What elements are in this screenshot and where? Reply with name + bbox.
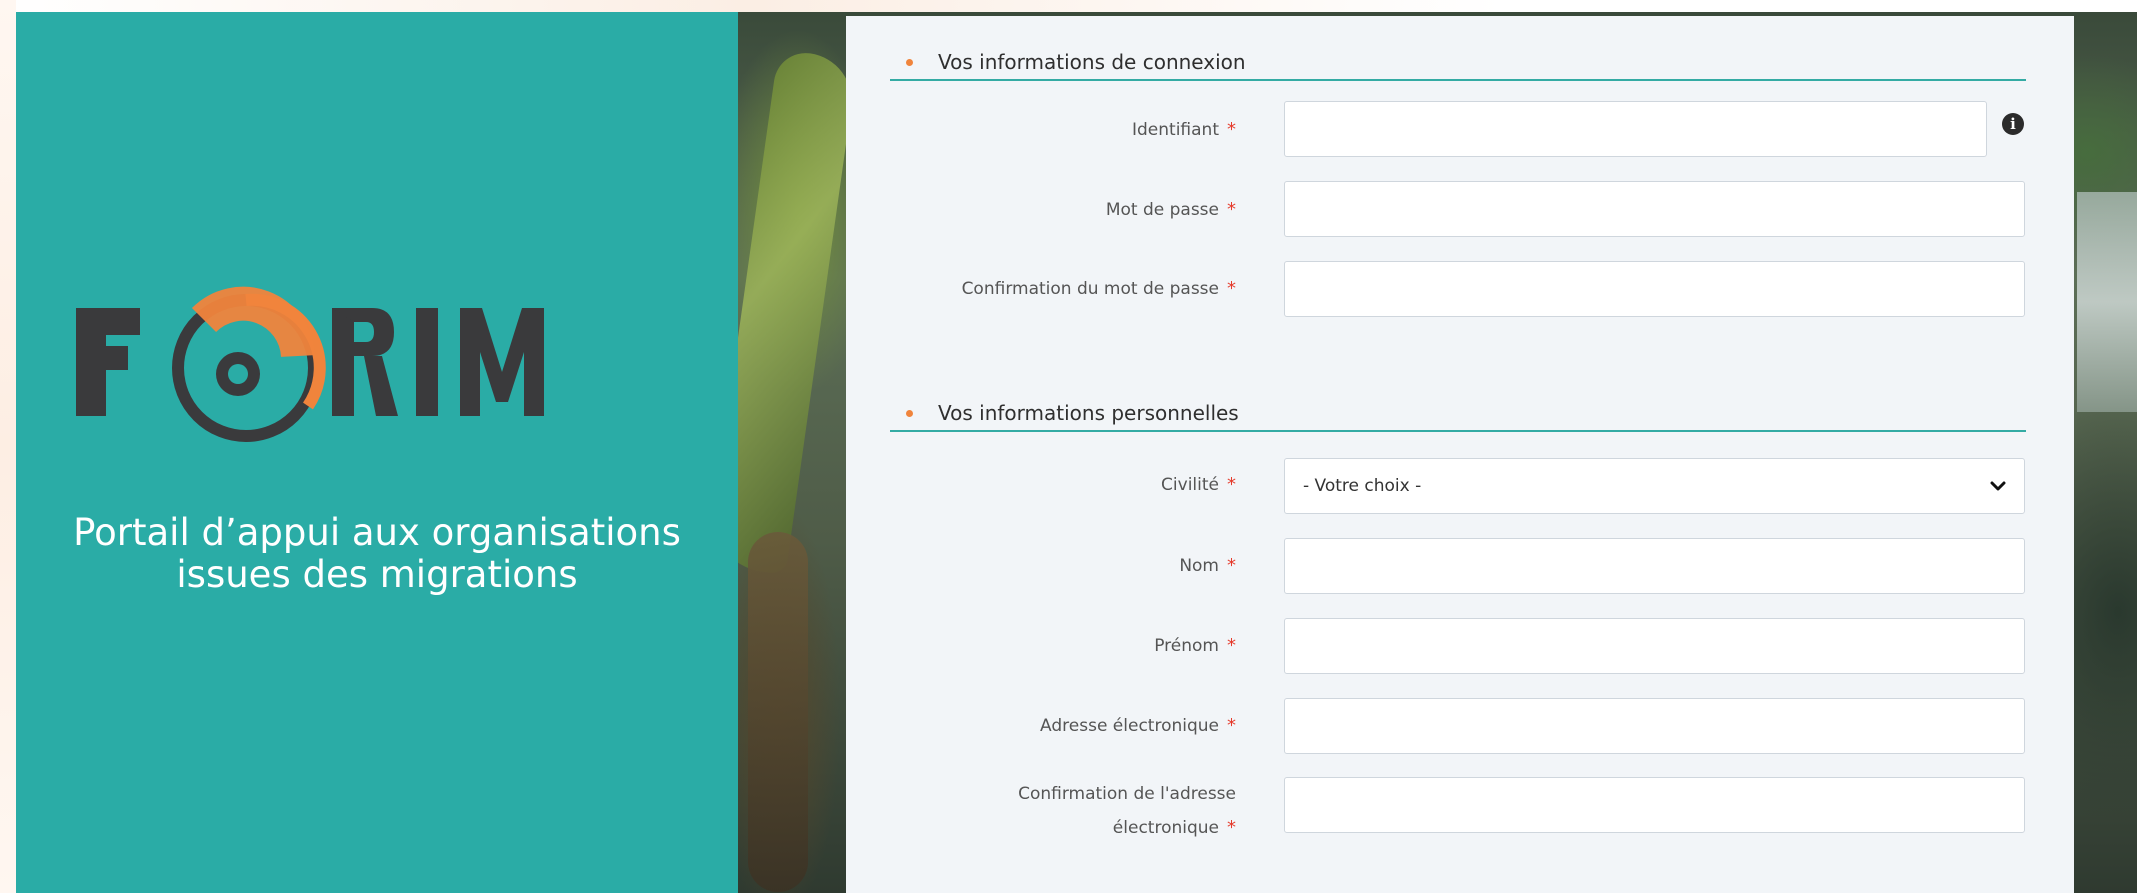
banana-leaf-image	[738, 48, 858, 576]
mot-de-passe-label: Mot de passe *	[1105, 199, 1236, 220]
section-personnelles-header: Vos informations personnelles	[890, 396, 2026, 432]
adresse-electronique-input[interactable]	[1284, 698, 2025, 754]
identifiant-input[interactable]	[1284, 101, 1987, 157]
required-marker: *	[1227, 199, 1236, 220]
confirmation-mot-de-passe-input[interactable]	[1284, 261, 2025, 317]
civilite-selected-value: - Votre choix -	[1303, 476, 1422, 496]
nom-input[interactable]	[1284, 538, 2025, 594]
brand-tagline: Portail d’appui aux organisations issues…	[16, 512, 738, 596]
nom-label: Nom *	[1179, 555, 1236, 576]
section-bullet	[906, 58, 913, 66]
identifiant-label: Identifiant *	[1132, 119, 1236, 140]
required-marker: *	[1227, 555, 1236, 576]
required-marker: *	[1227, 817, 1236, 838]
confirmation-adresse-label: Confirmation de l'adresse électronique *	[1018, 784, 1236, 838]
required-marker: *	[1227, 715, 1236, 736]
mot-de-passe-input[interactable]	[1284, 181, 2025, 237]
confirmation-adresse-input[interactable]	[1284, 777, 2025, 833]
section-bullet	[906, 409, 913, 417]
tagline-line-2: issues des migrations	[176, 553, 578, 596]
required-marker: *	[1227, 635, 1236, 656]
info-circle-icon[interactable]: i	[2002, 113, 2024, 135]
civilite-select[interactable]: - Votre choix -	[1284, 458, 2025, 514]
chevron-down-icon	[1990, 481, 2006, 491]
section-personnelles-title: Vos informations personnelles	[938, 401, 1239, 425]
page-frame-right	[2137, 0, 2147, 893]
adresse-electronique-label: Adresse électronique *	[1040, 715, 1236, 736]
section-connexion-title: Vos informations de connexion	[938, 50, 1246, 74]
confirmation-mot-de-passe-label: Confirmation du mot de passe *	[961, 278, 1236, 299]
rice-field-image	[2077, 192, 2137, 412]
required-marker: *	[1227, 474, 1236, 495]
section-connexion-header: Vos informations de connexion	[890, 45, 2026, 81]
required-marker: *	[1227, 119, 1236, 140]
page-frame-top	[0, 0, 2147, 12]
page-frame-left	[0, 0, 16, 893]
civilite-label: Civilité *	[1161, 474, 1236, 495]
prenom-label: Prénom *	[1154, 635, 1236, 656]
prenom-input[interactable]	[1284, 618, 2025, 674]
tagline-line-1: Portail d’appui aux organisations	[73, 511, 681, 554]
plant-stem-image	[748, 532, 808, 892]
forim-logo	[76, 286, 544, 442]
required-marker: *	[1227, 278, 1236, 299]
